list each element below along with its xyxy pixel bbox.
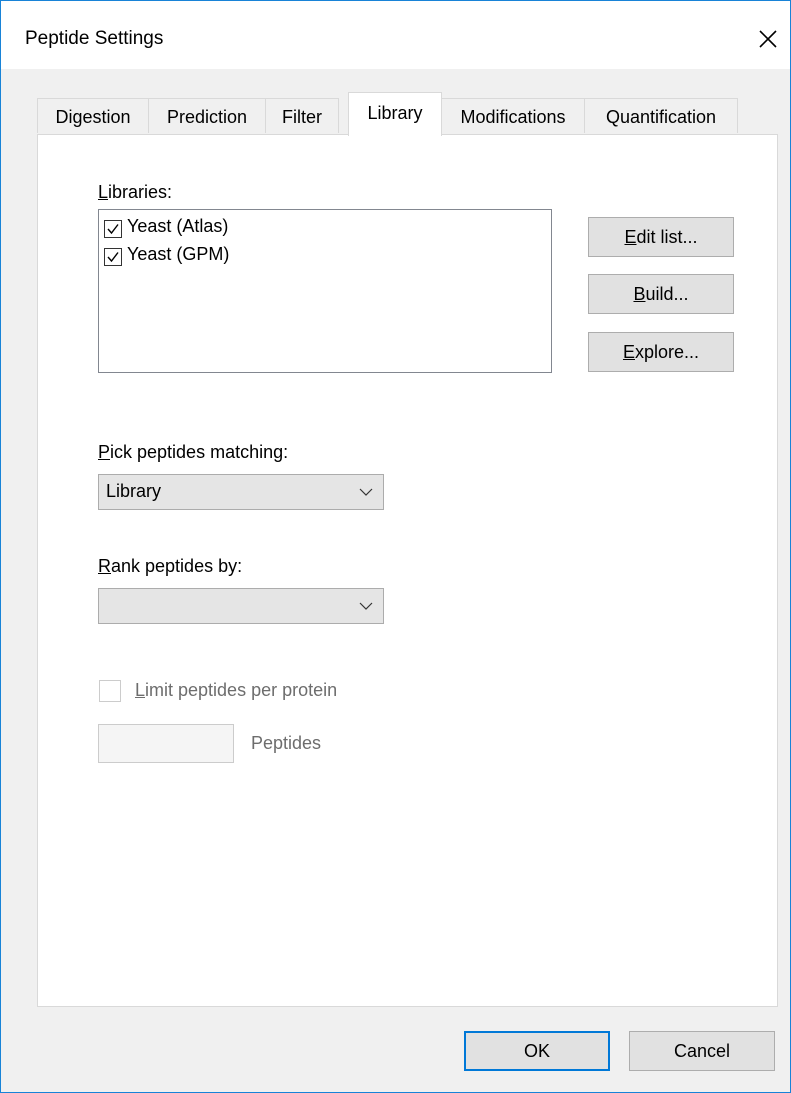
window-title: Peptide Settings — [25, 28, 164, 49]
tab-library[interactable]: Library — [348, 92, 442, 136]
library-name: Yeast (GPM) — [127, 244, 230, 264]
limit-peptides-checkbox[interactable] — [99, 680, 121, 702]
peptides-unit-label: Peptides — [251, 733, 322, 753]
chevron-down-icon — [359, 488, 373, 496]
pick-peptides-label: Pick peptides matching: — [98, 442, 289, 462]
explore-button[interactable]: Explore... — [588, 332, 734, 372]
tab-label: Prediction — [166, 107, 248, 127]
pick-peptides-dropdown[interactable]: Library — [98, 474, 384, 510]
libraries-listbox[interactable]: Yeast (Atlas) Yeast (GPM) — [98, 209, 552, 373]
checkmark-icon — [107, 224, 119, 235]
close-icon — [759, 30, 777, 48]
tab-label: Library — [367, 103, 423, 123]
library-name: Yeast (Atlas) — [127, 216, 229, 236]
max-peptides-input[interactable] — [98, 724, 234, 763]
close-button[interactable] — [746, 15, 790, 59]
peptide-settings-dialog: Peptide Settings Digestion Prediction Fi… — [0, 0, 791, 1093]
tab-label: Digestion — [55, 107, 131, 127]
tab-filter[interactable]: Filter — [265, 98, 339, 133]
pick-peptides-value: Library — [106, 481, 162, 501]
tab-label: Modifications — [460, 107, 566, 127]
rank-peptides-dropdown[interactable] — [98, 588, 384, 624]
tab-label: Quantification — [605, 107, 717, 127]
checkmark-icon — [107, 252, 119, 263]
edit-list-button[interactable]: Edit list... — [588, 217, 734, 257]
ok-button[interactable]: OK — [464, 1031, 610, 1071]
tab-prediction[interactable]: Prediction — [148, 98, 266, 133]
title-bar: Peptide Settings — [1, 1, 790, 69]
tab-label: Filter — [282, 107, 322, 127]
tab-digestion[interactable]: Digestion — [37, 98, 149, 133]
library-checkbox[interactable] — [104, 248, 122, 266]
chevron-down-icon — [359, 602, 373, 610]
tab-modifications[interactable]: Modifications — [441, 98, 585, 133]
library-checkbox[interactable] — [104, 220, 122, 238]
cancel-button[interactable]: Cancel — [629, 1031, 775, 1071]
tab-quantification[interactable]: Quantification — [584, 98, 738, 133]
limit-peptides-label: Limit peptides per protein — [135, 680, 338, 700]
libraries-label: Libraries: — [98, 182, 173, 202]
rank-peptides-label: Rank peptides by: — [98, 556, 243, 576]
build-button[interactable]: Build... — [588, 274, 734, 314]
